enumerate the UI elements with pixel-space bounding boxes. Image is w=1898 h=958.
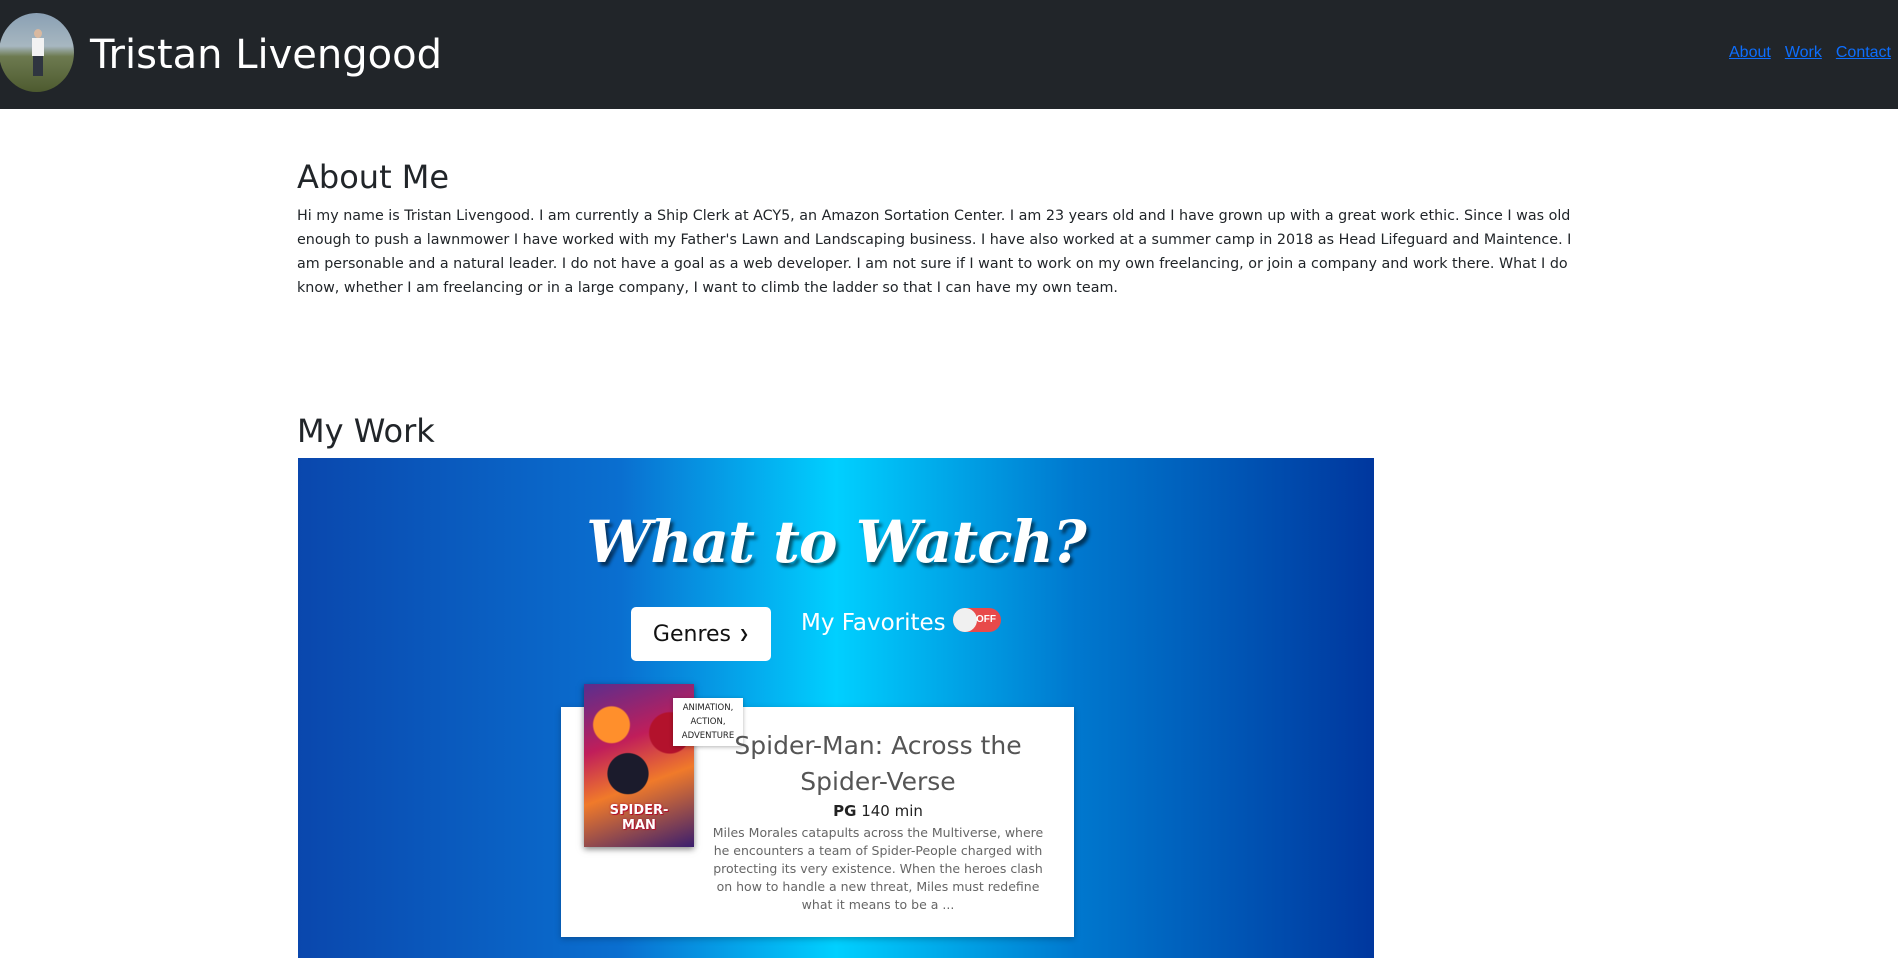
movie-rating: PG xyxy=(833,802,857,820)
genres-dropdown[interactable]: Genres ❯ xyxy=(631,607,771,661)
movie-title: Spider-Man: Across the Spider-Verse xyxy=(734,731,1022,796)
avatar-figure-legs xyxy=(33,56,43,76)
favorites-toggle[interactable]: OFF xyxy=(953,608,1001,632)
avatar-figure-body xyxy=(32,38,44,56)
work-heading: My Work xyxy=(297,412,435,450)
avatar xyxy=(0,13,74,92)
chevron-down-icon: ❯ xyxy=(739,627,750,641)
toggle-state-label: OFF xyxy=(976,614,996,625)
favorites-label: My Favorites xyxy=(801,610,946,636)
nav-link-about[interactable]: About xyxy=(1729,44,1771,61)
movie-meta: PG 140 min xyxy=(708,802,1048,820)
about-heading: About Me xyxy=(297,158,450,196)
genres-label: Genres xyxy=(652,621,732,647)
poster-logo: SPIDER-MAN xyxy=(609,803,669,833)
avatar-figure-head xyxy=(34,29,42,38)
about-text: Hi my name is Tristan Livengood. I am cu… xyxy=(297,208,1572,296)
nav-links: About Work Contact xyxy=(1729,44,1898,62)
navbar: Tristan Livengood About Work Contact xyxy=(0,0,1898,109)
movie-runtime: 140 min xyxy=(861,802,923,820)
nav-link-work[interactable]: Work xyxy=(1785,44,1822,61)
toggle-knob xyxy=(953,608,977,632)
site-title: Tristan Livengood xyxy=(90,32,442,78)
app-title: What to Watch? xyxy=(586,508,1086,576)
work-project-preview[interactable]: What to Watch? Genres ❯ My Favorites OFF… xyxy=(298,458,1374,958)
movie-description: Miles Morales catapults across the Multi… xyxy=(712,825,1044,912)
nav-link-contact[interactable]: Contact xyxy=(1836,44,1891,61)
